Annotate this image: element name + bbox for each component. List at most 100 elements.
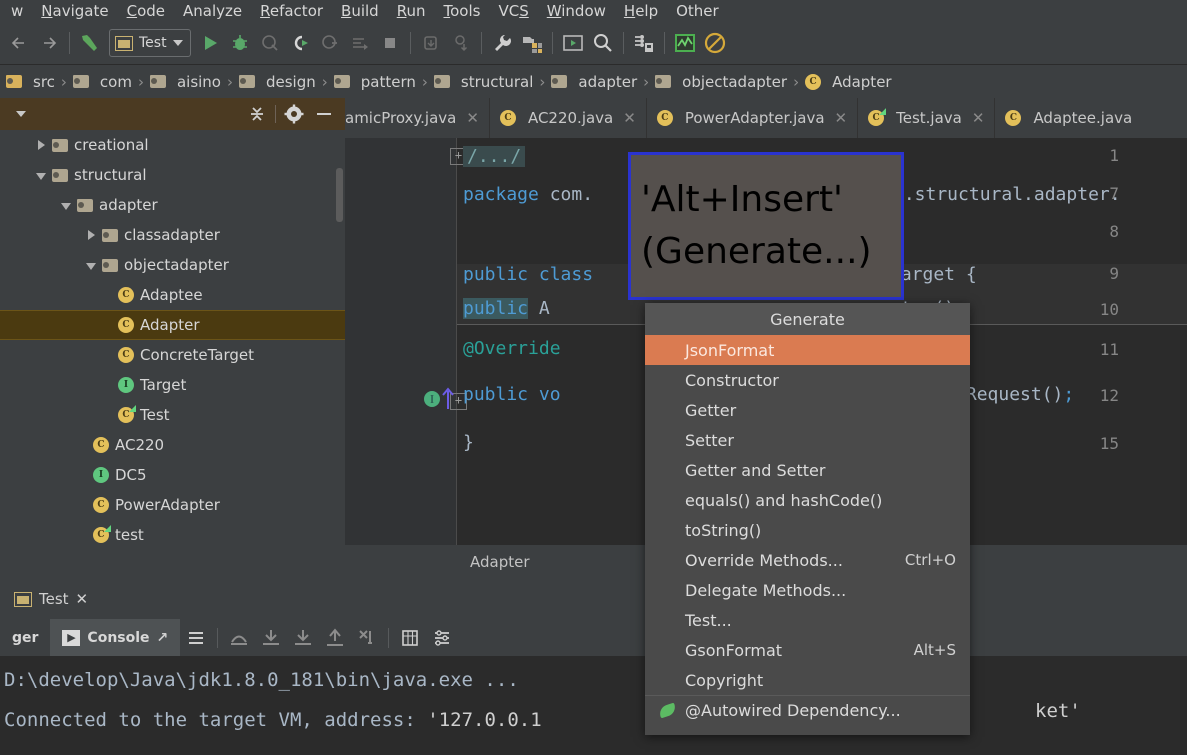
list-icon[interactable] (180, 623, 212, 653)
tree-item-adapter-folder[interactable]: adapter (0, 190, 345, 220)
tree-item-objectadapter[interactable]: objectadapter (0, 250, 345, 280)
tree-item-adaptee[interactable]: C Adaptee (0, 280, 345, 310)
editor-gutter[interactable] (345, 138, 457, 545)
project-structure-icon[interactable] (517, 28, 547, 58)
monitor-chart-icon[interactable] (670, 28, 700, 58)
generate-item-constructor[interactable]: Constructor (645, 365, 970, 395)
tree-scrollbar[interactable] (336, 168, 343, 222)
generate-item-jsonformat[interactable]: JsonFormat (645, 335, 970, 365)
tree-item-classadapter[interactable]: classadapter (0, 220, 345, 250)
console-output[interactable]: D:\develop\Java\jdk1.8.0_181\bin\java.ex… (0, 656, 1187, 755)
project-view-dropdown[interactable] (6, 101, 36, 127)
generate-item-tostring[interactable]: toString() (645, 515, 970, 545)
run-button[interactable] (195, 28, 225, 58)
menu-item-refactor[interactable]: Refactor (251, 0, 332, 22)
generate-item-getter-and-setter[interactable]: Getter and Setter (645, 455, 970, 485)
generate-item-autowired-dependency[interactable]: @Autowired Dependency... (645, 695, 970, 725)
generate-item-test[interactable]: Test... (645, 605, 970, 635)
menu-item-window[interactable]: Window (538, 0, 615, 22)
generate-item-setter[interactable]: Setter (645, 425, 970, 455)
menu-item-run[interactable]: Run (388, 0, 435, 22)
menu-item-navigate[interactable]: Navigate (32, 0, 117, 22)
database-icon[interactable] (629, 28, 659, 58)
menu-item-help[interactable]: Help (615, 0, 667, 22)
close-icon[interactable]: ✕ (466, 109, 479, 127)
hide-panel-icon[interactable] (309, 101, 339, 127)
menu-item-w[interactable]: w (2, 0, 32, 22)
breadcrumb-item-objectadapter[interactable]: objectadapter (655, 73, 787, 91)
settings-wrench-icon[interactable] (487, 28, 517, 58)
generate-item-equals-hashcode[interactable]: equals() and hashCode() (645, 485, 970, 515)
implements-arrow-icon[interactable] (441, 386, 455, 410)
back-arrow-icon[interactable] (4, 28, 34, 58)
generate-popup-list[interactable]: JsonFormat Constructor Getter Setter Get… (645, 335, 970, 725)
debug-button[interactable] (225, 28, 255, 58)
editor-tab-dynamicproxy[interactable]: amicProxy.java ✕ (345, 98, 490, 138)
breadcrumb-item-adapter-class[interactable]: C Adapter (805, 73, 892, 91)
tree-item-test-class[interactable]: C Test (0, 400, 345, 430)
editor-tab-ac220[interactable]: C AC220.java ✕ (490, 98, 647, 138)
expand-arrow-icon[interactable] (30, 136, 52, 154)
breadcrumb-item-pattern[interactable]: pattern (333, 73, 416, 91)
editor-tab-test[interactable]: C Test.java ✕ (858, 98, 996, 138)
breadcrumb-item-com[interactable]: com (72, 73, 132, 91)
pin-icon[interactable]: ↗ (157, 630, 169, 646)
tree-item-dc5[interactable]: I DC5 (0, 460, 345, 490)
expand-arrow-icon[interactable] (80, 226, 102, 244)
gear-icon[interactable] (279, 101, 309, 127)
implements-marker-icon[interactable]: I (423, 390, 441, 408)
editor-tab-poweradapter[interactable]: C PowerAdapter.java ✕ (647, 98, 859, 138)
tool-window-tab-test[interactable]: Test ✕ (4, 590, 98, 608)
menu-item-other[interactable]: Other (667, 0, 728, 22)
generate-item-gsonformat[interactable]: GsonFormat Alt+S (645, 635, 970, 665)
build-hammer-icon[interactable] (75, 28, 105, 58)
console-tab[interactable]: ▶ Console ↗ (50, 619, 181, 656)
menu-item-analyze[interactable]: Analyze (174, 0, 251, 22)
collapse-arrow-icon[interactable] (55, 196, 77, 214)
editor-breadcrumb-adapter[interactable]: Adapter (470, 553, 530, 571)
close-icon[interactable]: ✕ (76, 590, 89, 608)
mute-breakpoints-icon[interactable] (700, 28, 730, 58)
settings-sliders-icon[interactable] (426, 623, 458, 653)
search-icon[interactable] (588, 28, 618, 58)
editor-tab-label: PowerAdapter.java (684, 109, 825, 127)
editor-tab-adaptee[interactable]: C Adaptee.java (995, 98, 1142, 138)
generate-item-delegate-methods[interactable]: Delegate Methods... (645, 575, 970, 605)
menu-item-code[interactable]: Code (118, 0, 174, 22)
close-icon[interactable]: ✕ (623, 109, 636, 127)
tree-item-ac220[interactable]: C AC220 (0, 430, 345, 460)
tree-item-creational[interactable]: creational (0, 130, 345, 160)
collapse-arrow-icon[interactable] (30, 166, 52, 184)
tree-item-test-lower[interactable]: C test (0, 520, 345, 550)
tree-item-structural[interactable]: structural (0, 160, 345, 190)
tool-window-tab-label: Test (39, 590, 69, 608)
breadcrumb-item-design[interactable]: design (238, 73, 316, 91)
profile-icon[interactable] (285, 28, 315, 58)
forward-arrow-icon[interactable] (34, 28, 64, 58)
menu-item-tools[interactable]: Tools (434, 0, 489, 22)
tree-item-poweradapter[interactable]: C PowerAdapter (0, 490, 345, 520)
project-tree[interactable]: creational structural adapter classadapt… (0, 130, 345, 585)
menu-item-vcs[interactable]: VCS (489, 0, 537, 22)
tree-item-adapter-selected[interactable]: C Adapter (0, 310, 345, 340)
generate-item-getter[interactable]: Getter (645, 395, 970, 425)
tree-item-concretetarget[interactable]: C ConcreteTarget (0, 340, 345, 370)
breadcrumb-item-aisino[interactable]: aisino (149, 73, 221, 91)
debugger-tab[interactable]: ger (0, 619, 50, 656)
folded-comment[interactable]: /.../ (463, 146, 526, 167)
collapse-all-icon[interactable] (242, 101, 272, 127)
evaluate-icon[interactable] (394, 623, 426, 653)
generate-popup[interactable]: Generate JsonFormat Constructor Getter S… (645, 303, 970, 735)
breadcrumb-item-structural[interactable]: structural (433, 73, 533, 91)
run-configuration-selector[interactable]: Test (109, 29, 191, 57)
breadcrumb-item-src[interactable]: src (6, 73, 55, 91)
menu-item-build[interactable]: Build (332, 0, 388, 22)
tree-item-target[interactable]: I Target (0, 370, 345, 400)
generate-item-override-methods[interactable]: Override Methods... Ctrl+O (645, 545, 970, 575)
close-icon[interactable]: ✕ (835, 109, 848, 127)
breadcrumb-item-adapter[interactable]: adapter (551, 73, 637, 91)
generate-item-copyright[interactable]: Copyright (645, 665, 970, 695)
close-icon[interactable]: ✕ (972, 109, 985, 127)
run-window-icon[interactable] (558, 28, 588, 58)
collapse-arrow-icon[interactable] (80, 256, 102, 274)
